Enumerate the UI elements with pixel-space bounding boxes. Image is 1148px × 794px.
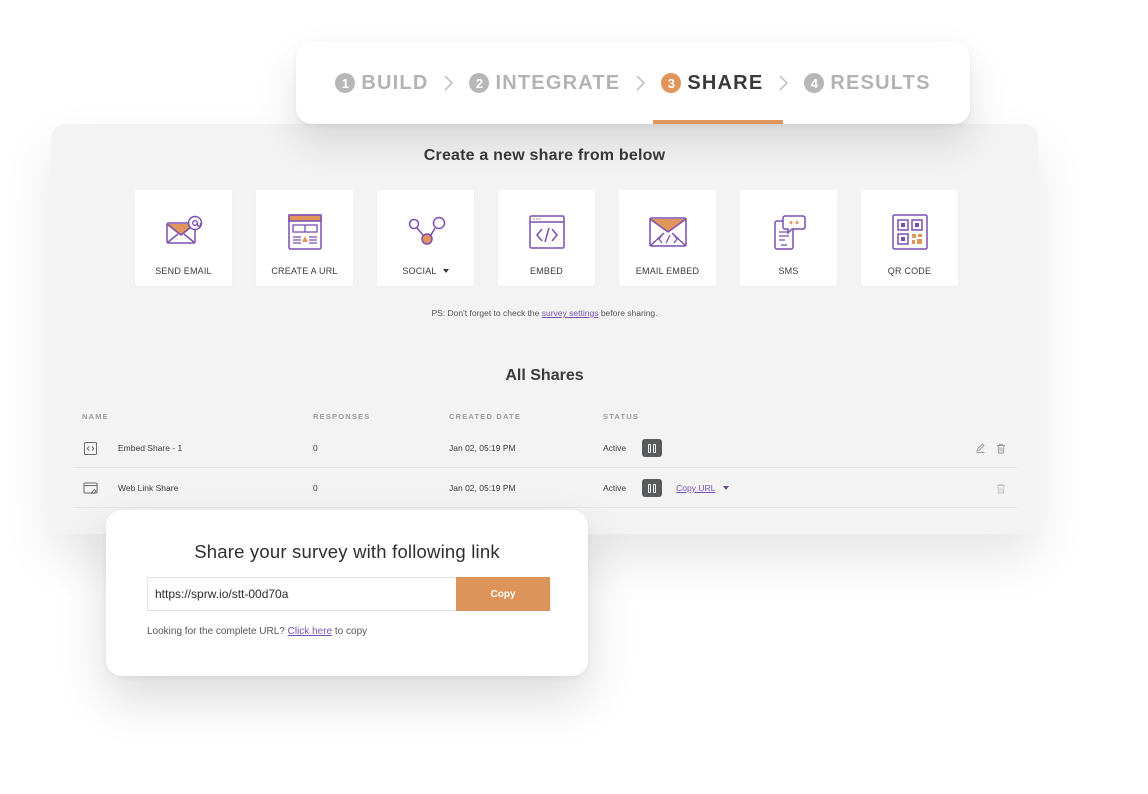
- active-step-indicator: [653, 120, 783, 124]
- step-label: SHARE: [687, 71, 764, 94]
- edit-icon[interactable]: [975, 428, 986, 468]
- social-icon: [408, 216, 445, 245]
- step-label: BUILD: [361, 71, 429, 94]
- step-label: RESULTS: [830, 71, 931, 94]
- social-label-row: SOCIAL: [402, 266, 449, 276]
- step-share[interactable]: 3 SHARE: [661, 72, 763, 95]
- note-suffix: before sharing.: [598, 308, 658, 318]
- status-text: Active: [603, 483, 627, 493]
- hint-suffix: to copy: [332, 626, 368, 637]
- table-row: Web Link Share 0 Jan 02, 05:19 PM Active…: [73, 468, 1017, 508]
- embed-tile[interactable]: EMBED: [498, 190, 595, 286]
- send-email-tile[interactable]: SEND EMAIL: [135, 190, 232, 286]
- chevron-right-icon: [444, 75, 454, 91]
- embed-icon: [528, 215, 565, 249]
- share-responses: 0: [313, 443, 318, 453]
- tile-label: SMS: [778, 266, 799, 276]
- row-icon-cell: [83, 428, 98, 468]
- survey-settings-note: PS: Don't forget to check the survey set…: [51, 308, 1038, 318]
- delete-icon[interactable]: [996, 468, 1006, 508]
- note-prefix: PS: Don't forget to check the: [431, 308, 542, 318]
- survey-settings-link[interactable]: survey settings: [542, 308, 599, 318]
- share-panel: Create a new share from below SEND EMAIL: [51, 124, 1038, 534]
- share-created-date: Jan 02, 05:19 PM: [449, 483, 516, 493]
- tile-label: QR CODE: [887, 266, 932, 276]
- share-link-card: Share your survey with following link Co…: [106, 510, 588, 676]
- url-icon: [287, 214, 322, 250]
- copy-url-link[interactable]: Copy URL: [676, 483, 715, 493]
- hint-prefix: Looking for the complete URL?: [147, 626, 288, 637]
- copy-button[interactable]: Copy: [456, 577, 550, 611]
- chevron-right-icon: [636, 75, 646, 91]
- chevron-right-icon: [779, 75, 789, 91]
- share-status-cell: Active Copy URL: [603, 468, 730, 508]
- qr-code-icon: [891, 214, 928, 250]
- qr-code-tile[interactable]: QR CODE: [861, 190, 958, 286]
- row-icon-cell: [83, 468, 98, 508]
- column-header-status: STATUS: [603, 412, 640, 421]
- pause-button[interactable]: [642, 439, 663, 457]
- column-header-created-date: CREATED DATE: [449, 412, 522, 421]
- sms-icon: [773, 215, 806, 250]
- email-icon: [165, 215, 202, 244]
- step-integrate[interactable]: 2 INTEGRATE: [469, 72, 620, 95]
- column-header-name: NAME: [82, 412, 109, 421]
- delete-icon[interactable]: [996, 428, 1006, 468]
- click-here-link[interactable]: Click here: [288, 626, 332, 637]
- table-row: Embed Share - 1 0 Jan 02, 05:19 PM Activ…: [73, 428, 1017, 468]
- step-navigation: 1 BUILD 2 INTEGRATE 3 SHARE 4 RESULTS: [296, 42, 970, 124]
- step-number: 4: [804, 73, 825, 93]
- share-created-date: Jan 02, 05:19 PM: [449, 443, 516, 453]
- share-link-title: Share your survey with following link: [194, 541, 500, 562]
- status-text: Active: [603, 443, 627, 453]
- caret-down-icon[interactable]: [723, 486, 730, 490]
- create-url-tile[interactable]: CREATE A URL: [256, 190, 353, 286]
- step-number: 3: [661, 73, 682, 93]
- complete-url-hint: Looking for the complete URL? Click here…: [147, 626, 367, 637]
- tile-label: CREATE A URL: [271, 266, 338, 276]
- tile-label: SOCIAL: [402, 266, 437, 276]
- embed-icon: [84, 441, 97, 455]
- column-header-responses: RESPONSES: [313, 412, 371, 421]
- tile-label: EMBED: [529, 266, 563, 276]
- email-embed-icon: [648, 217, 687, 247]
- caret-down-icon[interactable]: [442, 269, 449, 273]
- pause-button[interactable]: [642, 479, 663, 497]
- step-results[interactable]: 4 RESULTS: [804, 72, 930, 95]
- share-status-cell: Active: [603, 428, 663, 468]
- step-number: 2: [469, 73, 490, 93]
- share-url-field[interactable]: [147, 577, 457, 611]
- share-name[interactable]: Web Link Share: [118, 468, 178, 508]
- step-label: INTEGRATE: [495, 71, 621, 94]
- share-options: SEND EMAIL CREATE A URL SOCIAL EMBED EMA…: [135, 190, 958, 286]
- share-name[interactable]: Embed Share - 1: [118, 428, 182, 468]
- tile-label: EMAIL EMBED: [635, 266, 700, 276]
- web-link-icon: [83, 482, 98, 494]
- create-share-title: Create a new share from below: [423, 147, 666, 164]
- step-build[interactable]: 1 BUILD: [335, 72, 428, 95]
- email-embed-tile[interactable]: EMAIL EMBED: [619, 190, 716, 286]
- step-number: 1: [335, 73, 356, 93]
- all-shares-title: All Shares: [505, 367, 584, 384]
- tile-label: SEND EMAIL: [155, 266, 212, 276]
- social-tile[interactable]: SOCIAL: [377, 190, 474, 286]
- sms-tile[interactable]: SMS: [740, 190, 837, 286]
- share-responses: 0: [313, 483, 318, 493]
